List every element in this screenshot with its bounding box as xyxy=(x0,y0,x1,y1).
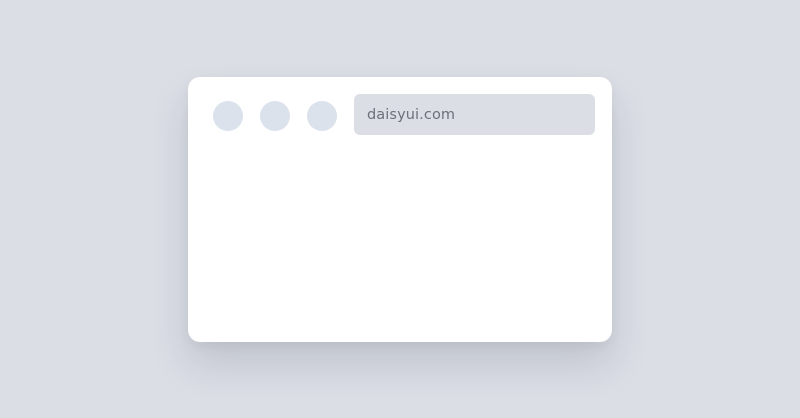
address-url: daisyui.com xyxy=(367,106,456,123)
browser-window-mockup: daisyui.com xyxy=(188,77,612,342)
address-bar[interactable]: daisyui.com xyxy=(354,94,595,135)
window-control-1[interactable] xyxy=(213,101,243,131)
window-control-3[interactable] xyxy=(307,101,337,131)
window-control-2[interactable] xyxy=(260,101,290,131)
page-background: daisyui.com xyxy=(0,0,800,418)
browser-content-area xyxy=(188,153,612,342)
browser-toolbar: daisyui.com xyxy=(188,77,612,153)
